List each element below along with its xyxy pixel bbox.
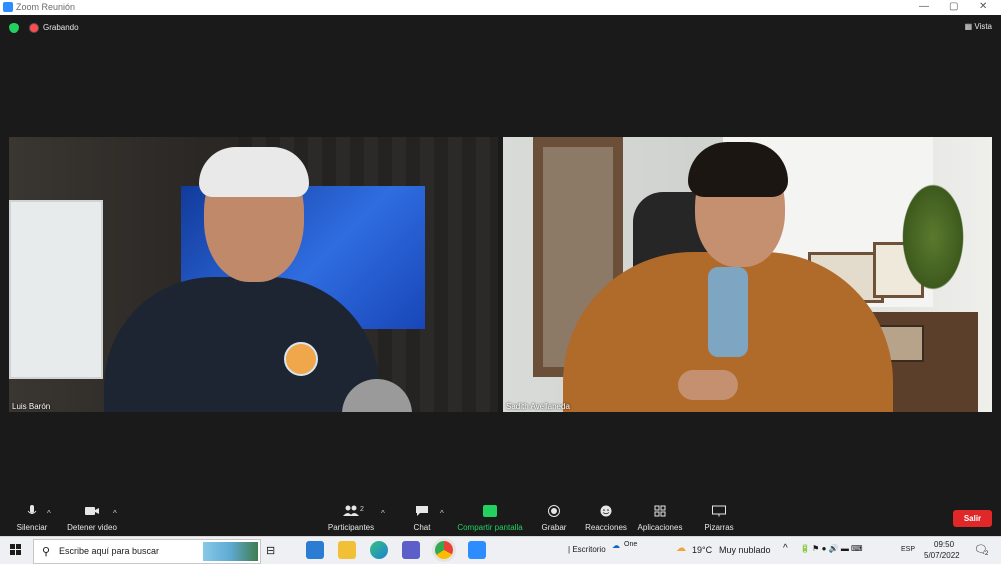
participants-options-chevron-icon[interactable]: ^ <box>381 509 385 518</box>
participants-button[interactable]: Participantes <box>325 505 377 535</box>
minimize-button[interactable]: — <box>919 1 929 12</box>
stop-video-button[interactable]: Detener video <box>64 505 120 535</box>
microphone-icon <box>27 505 37 514</box>
record-label: Grabar <box>541 523 567 532</box>
clock-date[interactable]: 5/07/2022 <box>924 551 960 560</box>
mail-app-icon[interactable] <box>306 541 324 559</box>
onedrive-cloud-icon[interactable]: ☁ <box>612 541 620 550</box>
participants-icon <box>343 505 359 516</box>
share-screen-icon <box>483 505 497 517</box>
close-button[interactable]: ✕ <box>979 1 987 12</box>
share-screen-button[interactable]: Compartir pantalla <box>455 505 525 535</box>
chrome-browser-icon[interactable] <box>435 541 453 559</box>
video-tile-1[interactable]: Luis Barón <box>9 137 498 412</box>
clock-time[interactable]: 09:50 <box>934 540 954 549</box>
weather-icon: ☁ <box>676 543 686 554</box>
video-tile-2[interactable]: Sadith Avellaneda <box>503 137 992 412</box>
whiteboard <box>9 200 103 379</box>
share-screen-label: Compartir pantalla <box>457 523 523 532</box>
taskbar-search-box[interactable]: ⚲ Escribe aquí para buscar <box>33 539 261 564</box>
window-title-bar: Zoom Reunión — ▢ ✕ <box>0 0 1001 15</box>
chat-options-chevron-icon[interactable]: ^ <box>440 509 444 518</box>
apps-button[interactable]: Aplicaciones <box>636 505 684 535</box>
file-explorer-icon[interactable] <box>338 541 356 559</box>
participant-name: Luis Barón <box>12 402 51 411</box>
weather-description[interactable]: Muy nublado <box>719 545 771 555</box>
whiteboards-label: Pizarras <box>704 523 734 532</box>
desktop-label: Escritorio <box>572 545 606 554</box>
chat-icon <box>416 506 428 516</box>
window-title: Zoom Reunión <box>16 2 76 12</box>
search-placeholder: Escribe aquí para buscar <box>59 546 160 556</box>
record-button[interactable]: Grabar <box>539 505 569 535</box>
participant-blouse <box>708 267 748 357</box>
whiteboards-button[interactable]: Pizarras <box>702 505 736 535</box>
security-shield-icon[interactable] <box>9 23 19 33</box>
windows-taskbar: ⚲ Escribe aquí para buscar ⊟ | Escritori… <box>0 536 1001 564</box>
participants-count: 2 <box>360 506 364 513</box>
reactions-button[interactable]: Reacciones <box>584 505 628 535</box>
search-icon: ⚲ <box>42 546 51 558</box>
participants-label: Participantes <box>327 523 375 532</box>
apps-icon <box>654 505 666 517</box>
onedrive-label: One <box>624 541 638 548</box>
participant-hands <box>678 370 738 400</box>
meeting-top-strip: Grabando ▦ Vista <box>0 15 1001 41</box>
chat-button[interactable]: Chat <box>408 505 436 535</box>
reactions-smiley-icon <box>600 505 612 517</box>
zoom-logo-icon <box>3 2 13 12</box>
hidden-icons-chevron-icon[interactable]: ^ <box>783 543 788 554</box>
participant-hair <box>199 147 309 197</box>
video-camera-icon <box>85 507 99 515</box>
edge-browser-icon[interactable] <box>370 541 388 559</box>
zoom-app-icon[interactable] <box>468 541 486 559</box>
weather-temperature[interactable]: 19°C <box>692 545 712 555</box>
notification-count: 2 <box>985 551 989 557</box>
recording-icon <box>30 24 38 32</box>
record-icon <box>548 505 560 517</box>
video-options-chevron-icon[interactable]: ^ <box>113 509 117 518</box>
audio-options-chevron-icon[interactable]: ^ <box>47 509 51 518</box>
language-indicator[interactable]: ESP <box>901 546 915 553</box>
system-tray-icons[interactable]: 🔋 ⚑ ● 🔊 ▬ ⌨ <box>800 544 863 553</box>
participant-hair <box>688 142 788 197</box>
teams-app-icon[interactable] <box>402 541 420 559</box>
search-highlight-image <box>203 542 258 561</box>
desktop-toolbar[interactable]: | Escritorio <box>568 545 606 554</box>
leave-meeting-button[interactable]: Salir <box>953 510 992 527</box>
plant <box>898 177 968 297</box>
whiteboard-icon <box>712 505 726 517</box>
mute-label: Silenciar <box>16 523 48 532</box>
reactions-label: Reacciones <box>585 523 627 532</box>
meeting-stage: Grabando ▦ Vista Luis Barón Sadith Avell… <box>0 15 1001 501</box>
participant-name: Sadith Avellaneda <box>506 402 570 411</box>
apps-label: Aplicaciones <box>637 523 683 532</box>
stop-video-label: Detener video <box>67 523 117 532</box>
task-view-icon[interactable]: ⊟ <box>266 544 275 557</box>
maximize-button[interactable]: ▢ <box>949 1 958 12</box>
windows-start-icon[interactable] <box>10 544 22 556</box>
meeting-toolbar: Silenciar ^ Detener video ^ Participante… <box>0 501 1001 536</box>
view-button[interactable]: ▦ Vista <box>965 22 992 31</box>
recording-label: Grabando <box>43 23 79 32</box>
chat-label: Chat <box>413 523 431 532</box>
view-label: Vista <box>974 22 992 31</box>
shirt-logo-badge <box>284 342 318 376</box>
mute-button[interactable]: Silenciar <box>12 505 52 535</box>
